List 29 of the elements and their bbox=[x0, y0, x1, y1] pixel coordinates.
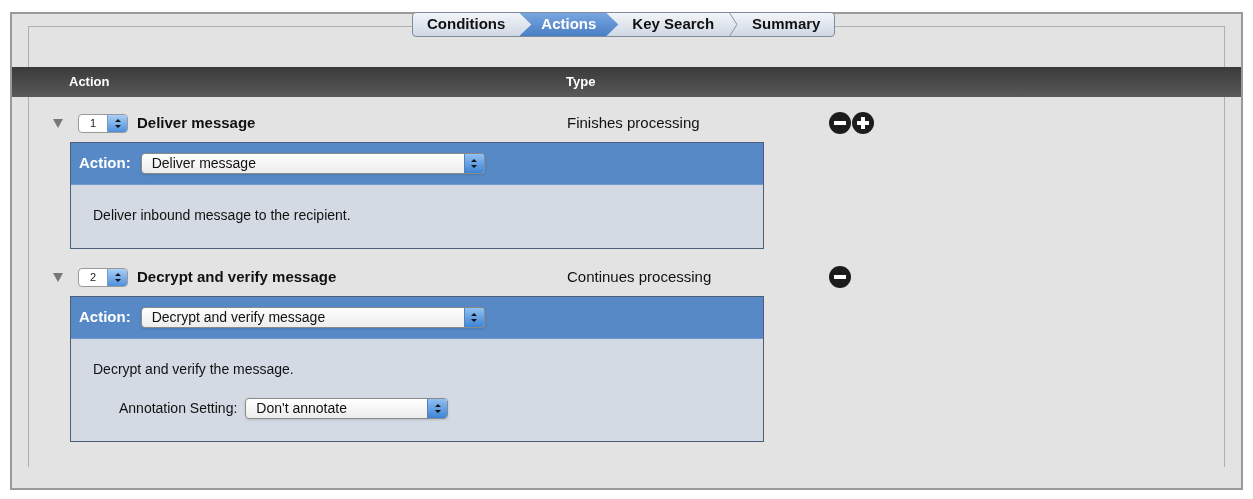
step-tab[interactable]: Conditions bbox=[413, 13, 520, 36]
action-title: Decrypt and verify message bbox=[137, 266, 338, 287]
remove-icon[interactable] bbox=[829, 112, 851, 134]
action-label: Action: bbox=[79, 307, 131, 328]
step-tab[interactable]: Summary bbox=[738, 13, 835, 36]
action-label: Action: bbox=[79, 153, 131, 174]
stepper-arrows-icon bbox=[113, 271, 122, 283]
action-description: Decrypt and verify the message. bbox=[93, 360, 295, 379]
action-description: Deliver inbound message to the recipient. bbox=[93, 206, 352, 225]
step-tab[interactable]: Key Search bbox=[618, 13, 729, 36]
stepper-arrows-icon bbox=[113, 117, 122, 129]
stepper-arrows-icon bbox=[470, 312, 479, 323]
order-stepper[interactable]: 2 bbox=[78, 267, 128, 287]
order-stepper[interactable]: 1 bbox=[78, 113, 128, 133]
disclosure-triangle-icon[interactable] bbox=[52, 117, 64, 129]
remove-icon[interactable] bbox=[829, 266, 851, 288]
column-header: Type bbox=[566, 73, 596, 92]
setting-label: Annotation Setting: bbox=[119, 399, 238, 418]
action-select[interactable]: Decrypt and verify message bbox=[140, 307, 485, 328]
add-icon[interactable] bbox=[852, 112, 874, 134]
stepper-arrows-icon bbox=[470, 158, 479, 169]
column-header: Action bbox=[69, 73, 111, 92]
setting-select[interactable]: Don't annotate bbox=[245, 398, 449, 419]
action-type: Continues processing bbox=[567, 266, 713, 287]
stepper-arrows-icon bbox=[433, 403, 442, 414]
action-type: Finishes processing bbox=[567, 112, 701, 133]
disclosure-triangle-icon[interactable] bbox=[52, 271, 64, 283]
action-title: Deliver message bbox=[137, 112, 257, 133]
action-select[interactable]: Deliver message bbox=[140, 153, 485, 174]
